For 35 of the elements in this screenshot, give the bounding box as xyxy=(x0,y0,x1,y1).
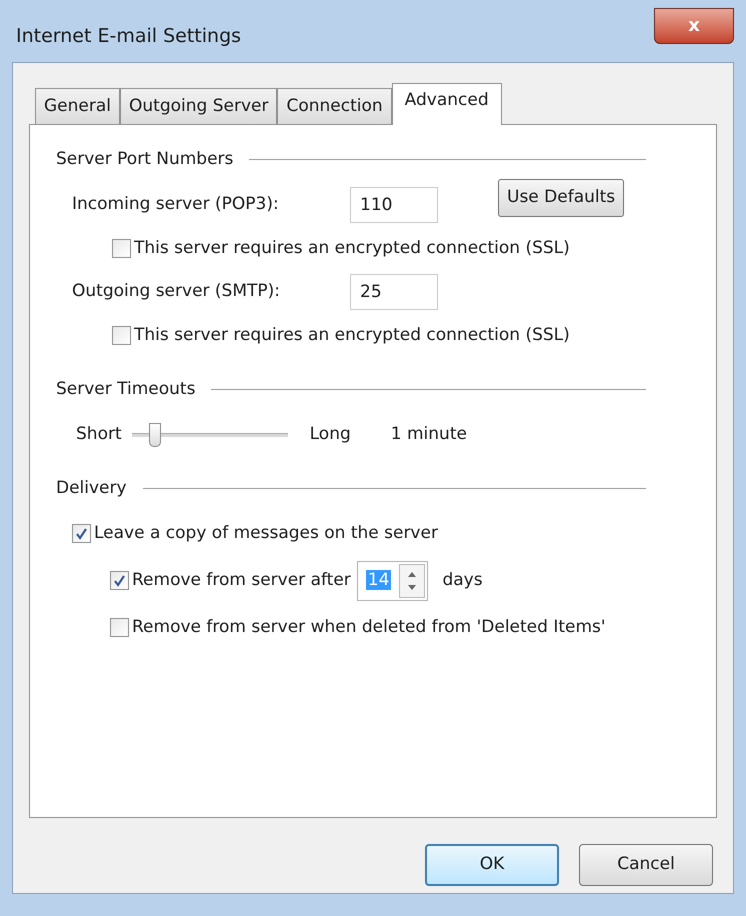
tab[interactable]: General xyxy=(35,88,120,124)
slider-thumb[interactable] xyxy=(148,422,161,447)
tab[interactable]: Outgoing Server xyxy=(120,88,278,124)
window-title: Internet E-mail Settings xyxy=(15,24,242,49)
field-label: Incoming server (POP3): xyxy=(72,192,280,216)
spinner-arrows-icon xyxy=(399,564,426,598)
days-value: 14 xyxy=(366,570,392,590)
slider-min-label: Short xyxy=(76,423,122,446)
timeout-slider[interactable] xyxy=(132,422,288,447)
port-field[interactable]: 110 xyxy=(350,186,438,222)
checkmark-icon xyxy=(75,527,88,540)
checkbox[interactable] xyxy=(110,571,129,590)
field-label: Outgoing server (SMTP): xyxy=(72,280,282,304)
checkbox-label: Remove from server when deleted from 'Deleted Items' xyxy=(132,616,606,638)
slider-max-label: Long xyxy=(310,423,351,446)
group-title: Delivery xyxy=(56,476,127,500)
checkmark-icon xyxy=(113,574,126,587)
tab[interactable]: Connection xyxy=(277,88,392,124)
checkbox[interactable] xyxy=(110,618,129,637)
timeout-reading: 1 minute xyxy=(390,423,467,446)
use-defaults-button[interactable]: Use Defaults xyxy=(498,178,624,216)
checkbox-label: Leave a copy of messages on the server xyxy=(94,522,438,545)
port-field[interactable]: 25 xyxy=(350,274,438,310)
dialog-button[interactable]: Cancel xyxy=(579,844,713,886)
days-unit: days xyxy=(442,568,483,592)
checkbox[interactable] xyxy=(72,524,91,544)
checkbox[interactable] xyxy=(112,326,131,346)
dialog-button[interactable]: OK xyxy=(425,844,559,886)
checkbox-label: This server requires an encrypted connection (SSL) xyxy=(134,236,570,260)
checkbox-label: Remove from server after xyxy=(132,568,351,592)
tab[interactable]: Advanced xyxy=(392,83,502,125)
checkbox-label: This server requires an encrypted connection (SSL) xyxy=(134,324,570,347)
group-title: Server Timeouts xyxy=(56,378,196,400)
group-title: Server Port Numbers xyxy=(56,148,234,171)
checkbox[interactable] xyxy=(112,238,131,258)
